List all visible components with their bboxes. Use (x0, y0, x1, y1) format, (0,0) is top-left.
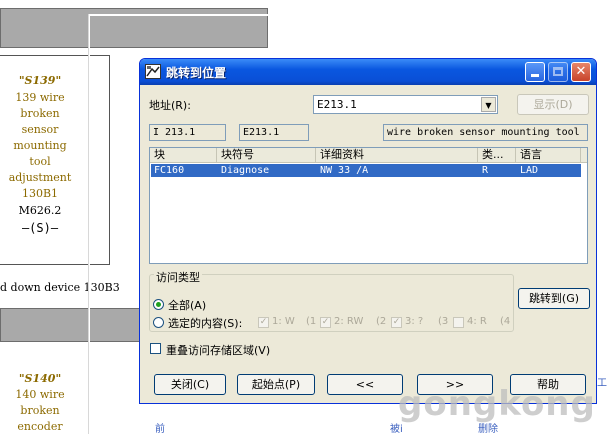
network-comment-line: 139 wire (15, 91, 65, 104)
maximize-button[interactable] (548, 62, 568, 82)
access-w-key: (1 (306, 316, 317, 327)
ladder-caption: d down device 130B3 (0, 281, 120, 294)
network-comment-line: tool (29, 155, 51, 168)
address-value: E213.1 (317, 98, 357, 111)
start-point-button[interactable]: 起始点(P) (237, 374, 315, 395)
network-comment-line: broken (20, 404, 60, 417)
list-header: 块 块符号 详细资料 类... 语言 (150, 148, 587, 163)
symbol-comment-field: wire broken sensor mounting tool (383, 124, 588, 141)
operand-field: E213.1 (239, 124, 309, 141)
ladder-network-box: "S139" 139 wire broken sensor mounting t… (0, 55, 110, 265)
access-rw-key: (2 (376, 316, 387, 327)
access-rw-label: 2: RW (334, 316, 364, 327)
access-unknown-label: 3: ? (405, 316, 424, 327)
access-unknown-checkbox[interactable]: ✓ (391, 317, 402, 328)
access-unknown-key: (3 (438, 316, 449, 327)
network-comment-line: broken (20, 107, 60, 120)
previous-button[interactable]: << (327, 374, 403, 395)
set-coil: —(S)— (21, 221, 59, 235)
ladder-rail (88, 14, 90, 434)
column-header-details[interactable]: 详细资料 (316, 148, 478, 163)
network-comment-line: adjustment (8, 171, 72, 184)
coil-address: M626.2 (18, 204, 62, 217)
access-w-checkbox[interactable]: ✓ (258, 317, 269, 328)
chevron-down-icon[interactable]: ▼ (481, 97, 496, 112)
watermark: gongkong (398, 384, 596, 424)
display-button[interactable]: 显示(D) (517, 94, 589, 115)
close-icon: ✕ (575, 64, 587, 79)
network-symbol: "S140" (18, 372, 62, 385)
network-symbol: "S139" (18, 74, 62, 87)
background-right-strip (596, 0, 607, 434)
access-r-key: (4 (500, 316, 511, 327)
dialog-titlebar[interactable]: 跳转到位置 ✕ (140, 59, 596, 85)
network-comment-line: 140 wire (15, 388, 65, 401)
network-comment-line: encoder (17, 420, 63, 433)
column-header-type[interactable]: 类... (478, 148, 516, 163)
cell-details: NW 33 /A (320, 165, 369, 176)
column-header-language[interactable]: 语言 (516, 148, 581, 163)
minimize-button[interactable] (525, 62, 545, 82)
close-button[interactable]: 关闭(C) (154, 374, 226, 395)
background-label: 前 (155, 424, 165, 435)
access-w-label: 1: W (272, 316, 295, 327)
background-label: 工 (597, 378, 607, 389)
table-row[interactable]: FC160 Diagnose NW 33 /A R LAD (151, 164, 581, 177)
maximize-icon (553, 67, 563, 76)
access-r-label: 4: R (467, 316, 487, 327)
minimize-icon (531, 74, 539, 77)
overlap-checkbox[interactable] (150, 343, 161, 354)
access-rw-checkbox[interactable]: ✓ (320, 317, 331, 328)
cell-language: LAD (520, 165, 539, 176)
network-comment-line: 130B1 (21, 187, 59, 200)
operand-type-field: I 213.1 (149, 124, 226, 141)
selected-radio[interactable] (153, 317, 164, 328)
close-window-button[interactable]: ✕ (571, 62, 591, 82)
address-combobox[interactable]: E213.1 ▼ (313, 95, 498, 114)
cell-symbol: Diagnose (221, 165, 270, 176)
column-header-symbol[interactable]: 块符号 (217, 148, 316, 163)
ladder-rail (88, 14, 268, 16)
references-list[interactable]: 块 块符号 详细资料 类... 语言 FC160 Diagnose NW 33 … (149, 147, 588, 264)
app-icon (145, 64, 161, 79)
column-header-block[interactable]: 块 (150, 148, 217, 163)
overlap-label[interactable]: 重叠访问存储区域(V) (166, 342, 270, 358)
network-comment-line: mounting (13, 139, 67, 152)
access-type-title: 访问类型 (154, 269, 202, 285)
all-radio-label[interactable]: 全部(A) (168, 297, 206, 313)
dialog-title: 跳转到位置 (166, 66, 227, 80)
network-header-band (0, 308, 150, 342)
cell-type: R (482, 165, 489, 176)
network-comment-line: sensor (21, 123, 59, 136)
access-r-checkbox[interactable] (453, 317, 464, 328)
all-radio[interactable] (153, 299, 164, 310)
selected-radio-label[interactable]: 选定的内容(S): (168, 315, 242, 331)
goto-location-dialog: 跳转到位置 ✕ 地址(R): E213.1 ▼ 显示(D) I 213.1 E2… (139, 58, 597, 404)
address-label: 地址(R): (149, 99, 191, 112)
goto-button[interactable]: 跳转到(G) (518, 288, 590, 309)
cell-block: FC160 (154, 165, 185, 176)
